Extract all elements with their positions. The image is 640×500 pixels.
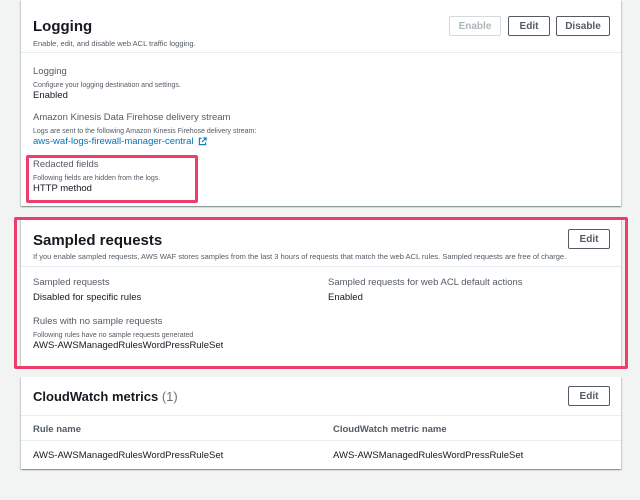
sampled-title: Sampled requests bbox=[33, 232, 163, 249]
default-actions-value: Enabled bbox=[328, 292, 363, 303]
cloudwatch-count: (1) bbox=[161, 389, 178, 404]
firehose-field: Amazon Kinesis Data Firehose delivery st… bbox=[33, 112, 256, 147]
column-header-rule-name[interactable]: Rule name bbox=[33, 424, 81, 435]
cloudwatch-header-divider bbox=[21, 415, 621, 416]
no-sample-field: Rules with no sample requests Following … bbox=[33, 316, 223, 351]
external-link-icon[interactable] bbox=[198, 137, 207, 146]
sampled-requests-panel: Sampled requests If you enable sampled r… bbox=[21, 219, 621, 367]
logging-field-description: Configure your logging destination and s… bbox=[33, 82, 181, 89]
sampled-divider bbox=[21, 266, 621, 267]
redacted-label: Redacted fields bbox=[33, 159, 99, 170]
default-actions-label: Sampled requests for web ACL default act… bbox=[328, 277, 523, 288]
sampled-edit-button[interactable]: Edit bbox=[568, 229, 610, 249]
row-metric-name: AWS-AWSManagedRulesWordPressRuleSet bbox=[333, 450, 524, 461]
firehose-link-text[interactable]: aws-waf-logs-firewall-manager-central bbox=[33, 136, 194, 147]
cloudwatch-panel: CloudWatch metrics (1) Edit Rule name Cl… bbox=[21, 377, 621, 469]
sampled-requests-field: Sampled requests Disabled for specific r… bbox=[33, 277, 141, 303]
logging-field: Logging Configure your logging destinati… bbox=[33, 66, 181, 101]
row-rule-name: AWS-AWSManagedRulesWordPressRuleSet bbox=[33, 450, 224, 461]
disable-button[interactable]: Disable bbox=[556, 16, 610, 36]
logging-divider bbox=[21, 52, 621, 53]
firehose-label: Amazon Kinesis Data Firehose delivery st… bbox=[33, 112, 231, 123]
redacted-description: Following fields are hidden from the log… bbox=[33, 175, 161, 182]
sampled-description: If you enable sampled requests, AWS WAF … bbox=[33, 252, 567, 261]
logging-field-label: Logging bbox=[33, 66, 67, 77]
cloudwatch-title: CloudWatch metrics (1) bbox=[33, 389, 609, 404]
cloudwatch-header: CloudWatch metrics (1) bbox=[33, 389, 609, 404]
redacted-value: HTTP method bbox=[33, 183, 92, 194]
enable-button[interactable]: Enable bbox=[449, 16, 501, 36]
cloudwatch-title-text: CloudWatch metrics bbox=[33, 389, 159, 404]
logging-description: Enable, edit, and disable web ACL traffi… bbox=[33, 39, 196, 48]
logging-field-value: Enabled bbox=[33, 90, 68, 101]
redacted-field: Redacted fields Following fields are hid… bbox=[33, 159, 160, 194]
sampled-requests-value: Disabled for specific rules bbox=[33, 292, 142, 303]
sampled-requests-label: Sampled requests bbox=[33, 277, 110, 288]
cloudwatch-edit-button[interactable]: Edit bbox=[568, 386, 610, 406]
logging-panel: Logging Enable, edit, and disable web AC… bbox=[21, 0, 621, 206]
default-actions-field: Sampled requests for web ACL default act… bbox=[328, 277, 523, 303]
no-sample-value: AWS-AWSManagedRulesWordPressRuleSet bbox=[33, 340, 224, 351]
firehose-description: Logs are sent to the following Amazon Ki… bbox=[33, 128, 257, 135]
no-sample-label: Rules with no sample requests bbox=[33, 316, 163, 327]
firehose-link[interactable]: aws-waf-logs-firewall-manager-central bbox=[33, 136, 256, 147]
no-sample-description: Following rules have no sample requests … bbox=[33, 332, 194, 339]
column-header-metric-name[interactable]: CloudWatch metric name bbox=[333, 424, 447, 435]
cloudwatch-table-divider bbox=[21, 440, 621, 441]
logging-edit-button[interactable]: Edit bbox=[508, 16, 550, 36]
sampled-header: Sampled requests If you enable sampled r… bbox=[33, 232, 609, 261]
